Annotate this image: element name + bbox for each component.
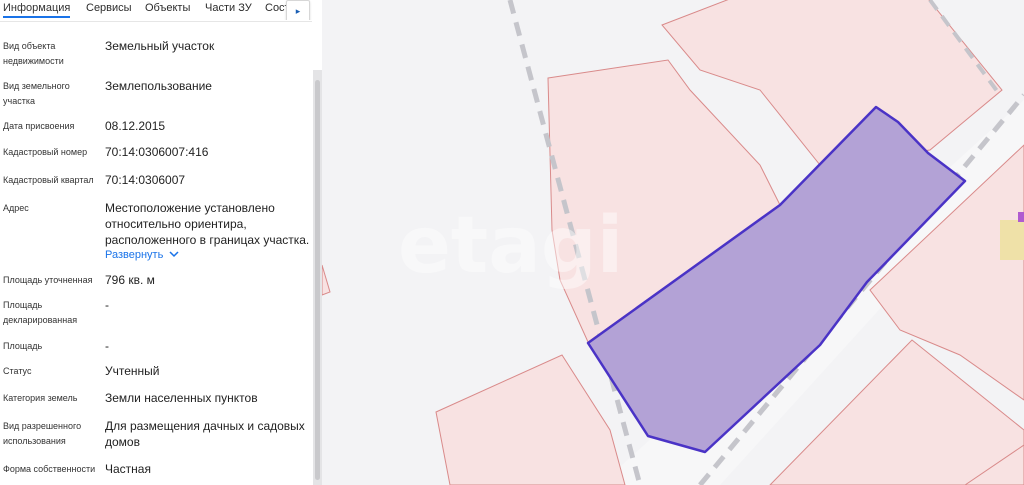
tabs-next-button[interactable]: ▸ <box>286 0 310 20</box>
field-label: Вид объекта недвижимости <box>3 41 64 66</box>
tab-divider <box>0 21 312 22</box>
field-label: Вид разрешенного использования <box>3 421 82 446</box>
panel-scrollbar-thumb[interactable] <box>315 80 320 480</box>
info-panel: Информация Сервисы Объекты Части ЗУ Сост… <box>0 0 322 485</box>
field-label: Категория земель <box>3 393 78 403</box>
field-label: Площадь <box>3 341 43 351</box>
field-value: Для размещения дачных и садовых домов <box>105 419 305 449</box>
map-object-marker[interactable] <box>1000 220 1024 260</box>
field-label: Площадь декларированная <box>3 300 78 325</box>
tab-info[interactable]: Информация <box>3 1 71 18</box>
tab-services[interactable]: Сервисы <box>86 1 132 15</box>
field-value: Частная <box>105 462 151 476</box>
field-label: Кадастровый квартал <box>3 175 94 185</box>
field-label: Площадь уточненная <box>3 275 93 285</box>
expand-link[interactable]: Развернуть <box>105 247 185 263</box>
field-value: - <box>105 298 109 312</box>
field-label: Кадастровый номер <box>3 147 88 157</box>
field-label: Вид земельного участка <box>3 81 70 106</box>
field-label: Дата присвоения <box>3 121 75 131</box>
watermark: etagi <box>398 201 623 291</box>
field-value[interactable]: 70:14:0306007 <box>105 172 310 188</box>
field-value: Землепользование <box>105 79 212 93</box>
field-value: Учтенный <box>105 364 160 378</box>
field-value[interactable]: 70:14:0306007:416 <box>105 144 310 160</box>
field-label: Адрес <box>3 203 29 213</box>
field-label: Статус <box>3 366 32 376</box>
field-value: 796 кв. м <box>105 273 155 287</box>
chevron-down-icon <box>169 251 179 258</box>
map-object-marker-accent <box>1018 212 1024 222</box>
tab-bar: Информация Сервисы Объекты Части ЗУ Сост… <box>0 0 312 20</box>
expand-link-label: Развернуть <box>105 249 164 261</box>
tab-objects[interactable]: Объекты <box>145 1 190 15</box>
tab-parcel-parts[interactable]: Части ЗУ <box>205 1 252 15</box>
field-label: Форма собственности <box>3 464 96 474</box>
field-value: Местоположение установлено относительно … <box>105 201 310 247</box>
field-value: 08.12.2015 <box>105 119 166 133</box>
field-value: Земельный участок <box>105 39 215 53</box>
field-value: - <box>105 339 109 353</box>
field-value: Земли населенных пунктов <box>105 391 258 405</box>
